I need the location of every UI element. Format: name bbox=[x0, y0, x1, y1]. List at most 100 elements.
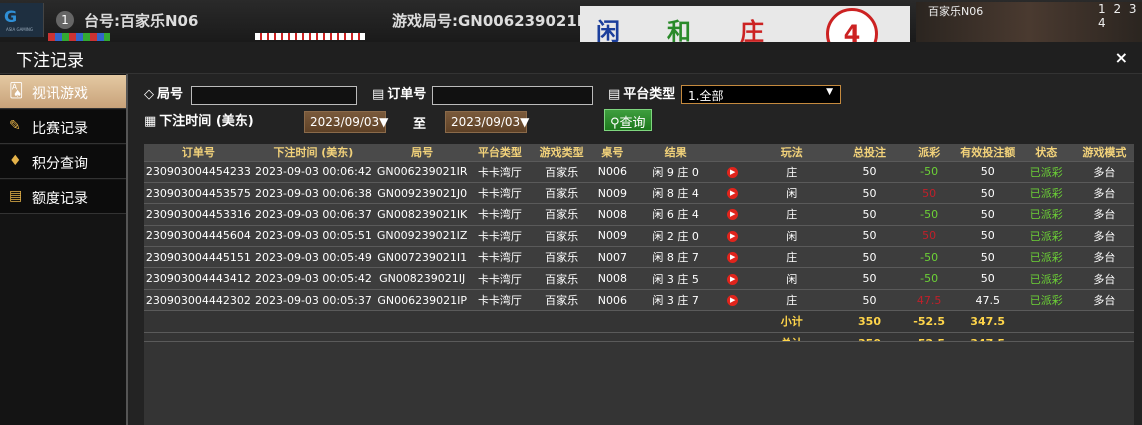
empty-cell bbox=[1017, 310, 1075, 333]
play-video-icon[interactable]: ▶ bbox=[727, 252, 739, 264]
empty-cell bbox=[470, 310, 530, 333]
table-row: 230903004445604 2023-09-03 00:05:51 GN0092… bbox=[144, 224, 1134, 247]
round-label: ◇ 局号 bbox=[144, 87, 184, 102]
table-row: 230903004442302 2023-09-03 00:05:37 GN0062… bbox=[144, 288, 1134, 311]
play-video-icon[interactable]: ▶ bbox=[727, 166, 739, 178]
cell-payout: 50 bbox=[900, 224, 958, 247]
query-button[interactable]: ⚲查询 bbox=[604, 109, 652, 131]
cell-play: 庄 bbox=[745, 203, 839, 226]
document-icon: ▤ bbox=[9, 188, 23, 204]
empty-cell bbox=[631, 310, 721, 333]
close-icon[interactable]: × bbox=[1115, 48, 1128, 67]
cell-bet: 50 bbox=[838, 288, 901, 311]
cell-payout: -50 bbox=[900, 267, 958, 290]
cell-table: N006 bbox=[593, 160, 632, 183]
cell-game: 百家乐 bbox=[529, 224, 594, 247]
date-from-picker[interactable]: 2023/09/03▼ bbox=[304, 111, 388, 133]
cell-mode: 多台 bbox=[1074, 224, 1134, 247]
replay-cell: ▶ bbox=[720, 224, 746, 247]
col-bet: 总投注 bbox=[838, 144, 901, 161]
col-table: 桌号 bbox=[593, 144, 632, 161]
modal-title: 下注记录 bbox=[16, 51, 84, 71]
chevron-down-icon: ▼ bbox=[826, 87, 833, 97]
col-result: 结果 bbox=[631, 144, 721, 161]
cell-game: 百家乐 bbox=[529, 246, 594, 268]
cell-table: N008 bbox=[593, 267, 632, 290]
cell-payout: -50 bbox=[900, 246, 958, 268]
empty-cell bbox=[720, 310, 746, 333]
play-video-icon[interactable]: ▶ bbox=[727, 209, 739, 221]
cell-valid: 50 bbox=[957, 224, 1018, 247]
subtotal-payout: -52.5 bbox=[900, 310, 958, 333]
play-video-icon[interactable]: ▶ bbox=[727, 230, 739, 242]
cell-payout: 47.5 bbox=[900, 288, 958, 311]
sidebar-item-video-games[interactable]: 🂡 视讯游戏 bbox=[0, 75, 126, 109]
empty-cell bbox=[373, 310, 471, 333]
sidebar-item-match-records[interactable]: ✎ 比赛记录 bbox=[0, 110, 126, 144]
background-game-header: G ASIA GAMING 1 台号:百家乐N06 游戏局号:GN00623902… bbox=[0, 0, 1142, 42]
cell-platform: 卡卡湾厅 bbox=[470, 203, 530, 226]
col-valid: 有效投注额 bbox=[957, 144, 1018, 161]
cell-platform: 卡卡湾厅 bbox=[470, 181, 530, 204]
play-video-icon[interactable]: ▶ bbox=[727, 295, 739, 307]
col-game: 游戏类型 bbox=[529, 144, 594, 161]
order-label: ▤ 订单号 bbox=[372, 87, 427, 102]
cell-payout: -50 bbox=[900, 160, 958, 183]
table-row: 230903004443412 2023-09-03 00:05:42 GN0082… bbox=[144, 267, 1134, 290]
table-row: 230903004453575 2023-09-03 00:06:38 GN0092… bbox=[144, 181, 1134, 204]
cell-game: 百家乐 bbox=[529, 160, 594, 183]
cell-bet: 50 bbox=[838, 224, 901, 247]
cell-status: 已派彩 bbox=[1017, 224, 1075, 247]
to-label: 至 bbox=[413, 117, 427, 132]
cell-time: 2023-09-03 00:06:37 bbox=[252, 203, 374, 226]
cell-round: GN009239021IZ bbox=[373, 224, 471, 247]
cell-status: 已派彩 bbox=[1017, 288, 1075, 311]
chip-strip bbox=[48, 33, 110, 41]
cell-order: 230903004453316 bbox=[144, 203, 253, 226]
cell-result: 闲 8 庄 7 bbox=[631, 246, 721, 268]
cell-result: 闲 8 庄 4 bbox=[631, 181, 721, 204]
replay-cell: ▶ bbox=[720, 267, 746, 290]
time-label: ▦ 下注时间 (美东) bbox=[144, 114, 254, 129]
play-video-icon[interactable]: ▶ bbox=[727, 273, 739, 285]
cell-order: 230903004445604 bbox=[144, 224, 253, 247]
cell-round: GN007239021I1 bbox=[373, 246, 471, 268]
cell-status: 已派彩 bbox=[1017, 203, 1075, 226]
modal-header: 下注记录 × bbox=[0, 42, 1142, 74]
cell-mode: 多台 bbox=[1074, 181, 1134, 204]
cell-play: 闲 bbox=[745, 224, 839, 247]
table-number-badge: 1 bbox=[56, 11, 74, 29]
cell-mode: 多台 bbox=[1074, 203, 1134, 226]
round-input[interactable] bbox=[191, 86, 357, 105]
empty-cell bbox=[529, 310, 594, 333]
empty-cell bbox=[144, 310, 253, 333]
date-to-picker[interactable]: 2023/09/03▼ bbox=[445, 111, 529, 133]
cell-valid: 50 bbox=[957, 160, 1018, 183]
cell-result: 闲 9 庄 0 bbox=[631, 160, 721, 183]
cell-mode: 多台 bbox=[1074, 267, 1134, 290]
play-video-icon[interactable]: ▶ bbox=[727, 188, 739, 200]
cell-round: GN009239021J0 bbox=[373, 181, 471, 204]
round-id: 游戏局号:GN006239021IS bbox=[392, 12, 594, 30]
sidebar: 🂡 视讯游戏 ✎ 比赛记录 ♦ 积分查询 ▤ 额度记录 bbox=[0, 74, 128, 425]
col-platform: 平台类型 bbox=[470, 144, 530, 161]
sidebar-item-points[interactable]: ♦ 积分查询 bbox=[0, 145, 126, 179]
platform-select[interactable]: 1.全部 ▼ bbox=[681, 85, 841, 104]
cell-time: 2023-09-03 00:05:49 bbox=[252, 246, 374, 268]
table-row: 230903004454233 2023-09-03 00:06:42 GN0062… bbox=[144, 160, 1134, 183]
subtotal-label: 小计 bbox=[745, 310, 839, 333]
road-strip bbox=[255, 33, 365, 40]
sidebar-item-label: 比赛记录 bbox=[32, 121, 88, 137]
cell-valid: 47.5 bbox=[957, 288, 1018, 311]
tag-icon: ◇ bbox=[144, 87, 154, 102]
bet-record-table: 订单号 下注时间 (美东) 局号 平台类型 游戏类型 桌号 结果 玩法 总投注 … bbox=[144, 144, 1134, 354]
empty-cell bbox=[1074, 310, 1134, 333]
empty-cell bbox=[252, 310, 374, 333]
order-input[interactable] bbox=[432, 86, 593, 105]
sidebar-item-credit-records[interactable]: ▤ 额度记录 bbox=[0, 180, 126, 214]
cell-order: 230903004445151 bbox=[144, 246, 253, 268]
cell-table: N007 bbox=[593, 246, 632, 268]
col-time: 下注时间 (美东) bbox=[252, 144, 374, 161]
table-title: 台号:百家乐N06 bbox=[84, 12, 199, 30]
cell-valid: 50 bbox=[957, 246, 1018, 268]
